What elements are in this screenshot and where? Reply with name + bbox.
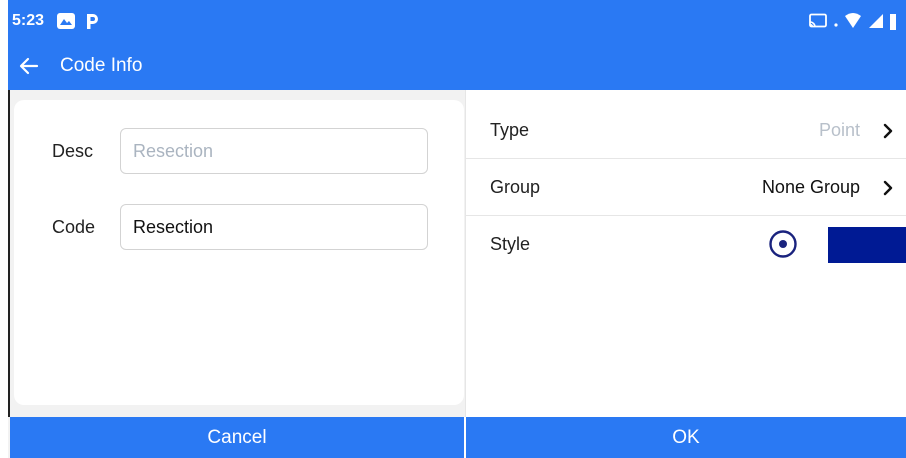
chevron-right-icon (882, 102, 894, 159)
group-label: Group (490, 177, 541, 197)
gallery-icon (56, 12, 76, 30)
chevron-right-icon (882, 159, 894, 216)
group-value: None Group (761, 177, 860, 197)
status-time: 5:23 (12, 12, 45, 29)
back-button[interactable] (10, 42, 48, 90)
code-input[interactable] (120, 204, 428, 250)
desc-row: Desc (14, 126, 464, 176)
type-label: Type (490, 120, 530, 140)
group-row[interactable]: Group None Group (466, 159, 906, 216)
page-title: Code Info (60, 55, 143, 76)
code-form-panel: Desc Code (14, 100, 464, 405)
desc-label: Desc (52, 140, 94, 161)
status-icons-right (808, 0, 896, 42)
ok-button[interactable]: OK (466, 417, 906, 458)
screen: 5:23 Code Info Desc Resection Code Resec… (0, 0, 906, 458)
style-color-swatch[interactable] (828, 227, 906, 263)
battery-icon (890, 12, 896, 30)
radio-dot-icon[interactable] (768, 229, 798, 259)
signal-icon (868, 13, 884, 29)
arrow-left-icon (19, 57, 39, 75)
desc-input[interactable] (120, 128, 428, 174)
style-row: Style (466, 216, 906, 273)
dot-icon (834, 13, 838, 29)
cancel-button[interactable]: Cancel (10, 417, 464, 458)
wifi-icon (844, 13, 862, 29)
left-edge (0, 0, 8, 458)
status-bar: 5:23 (8, 0, 906, 42)
cast-icon (808, 13, 828, 29)
action-bar: Cancel OK (10, 417, 906, 458)
parking-p-icon (84, 12, 100, 30)
type-value: Point (818, 120, 860, 140)
code-row: Code (14, 202, 464, 252)
code-label: Code (52, 216, 96, 237)
style-label: Style (490, 234, 531, 254)
properties-panel: Type Point Group None Group Style (466, 90, 906, 417)
title-bar: Code Info (8, 42, 906, 90)
main-content: Desc Code Type Point Group None Group (10, 90, 906, 417)
type-row[interactable]: Type Point (466, 102, 906, 159)
